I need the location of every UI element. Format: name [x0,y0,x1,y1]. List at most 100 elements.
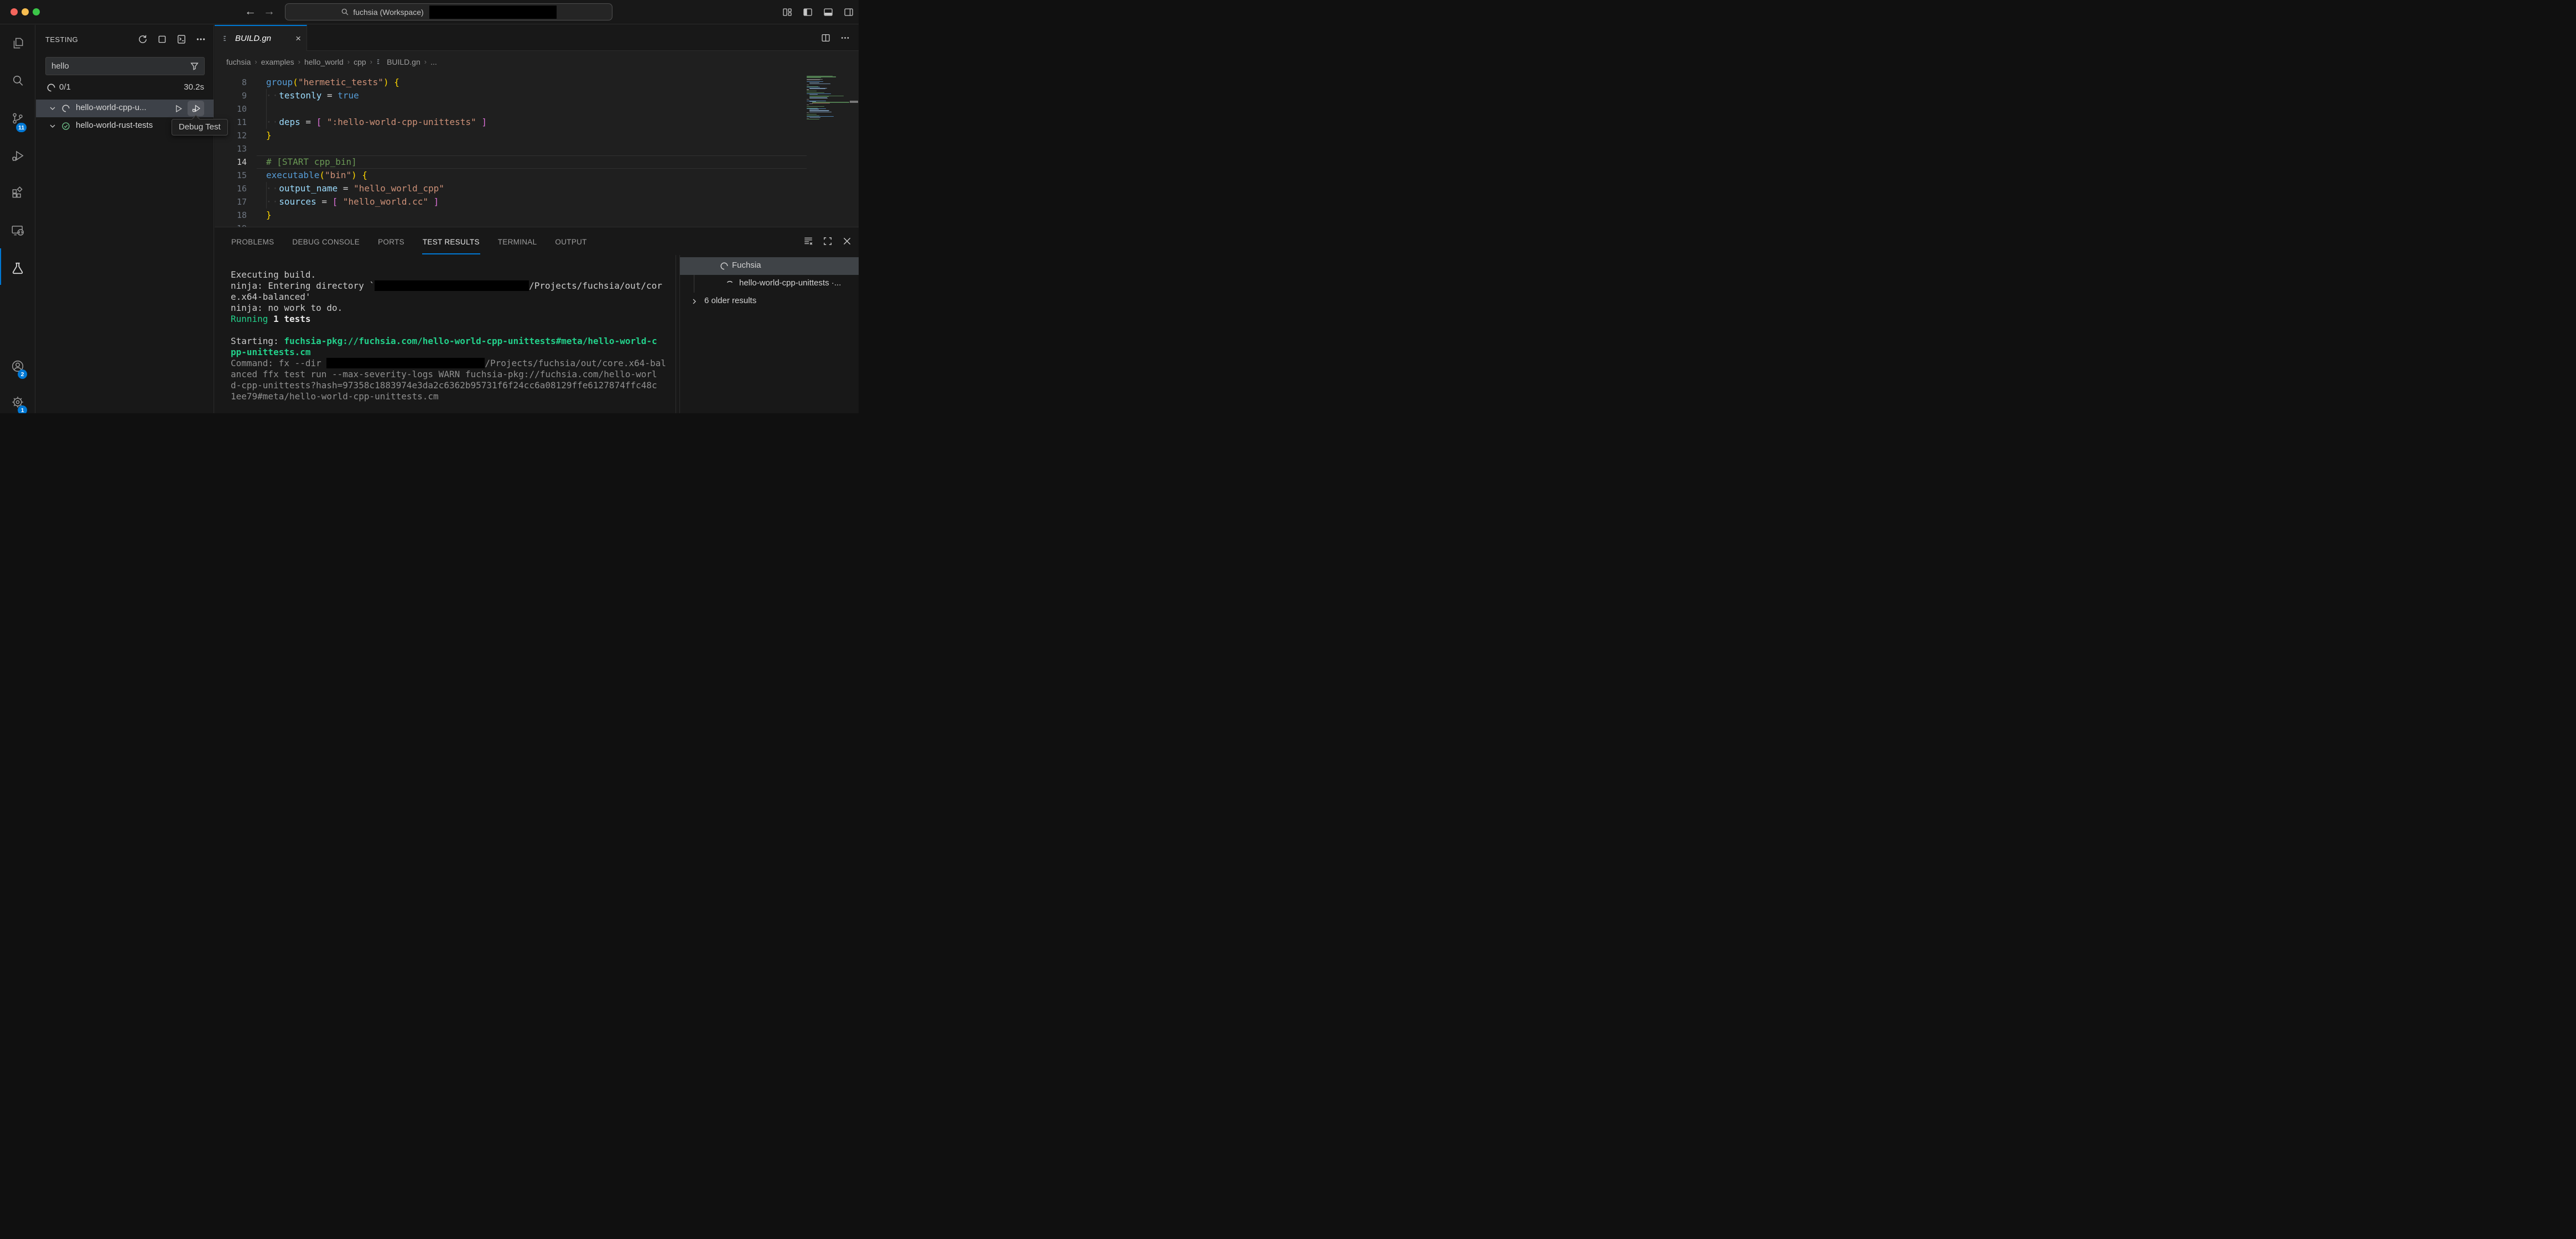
test-filter-box [45,57,205,75]
chevron-down-icon[interactable] [48,122,57,131]
result-label: Fuchsia [732,261,856,270]
output-line: 1ee79#meta/hello-world-cpp-unittests.cm [231,391,679,402]
output-line: e.x64-balanced' [231,291,679,303]
forward-arrow-icon[interactable]: → [263,5,275,18]
traffic-lights [11,8,40,15]
zoom-window-button[interactable] [33,8,40,15]
result-tree-row[interactable]: 6 older results [680,293,859,310]
result-label: 6 older results [704,296,856,305]
close-window-button[interactable] [11,8,18,15]
debug-test-icon[interactable] [188,101,204,116]
code-line: 12} [215,129,859,142]
command-center-search[interactable]: fuchsia (Workspace) [285,3,612,20]
redacted-text [326,358,485,368]
search-view-icon[interactable] [11,74,25,88]
output-line: Command: fx --dir /Projects/fuchsia/out/… [231,358,679,369]
back-arrow-icon[interactable]: ← [245,5,256,18]
result-tree-row[interactable]: Fuchsia [680,257,859,275]
run-and-debug-icon[interactable] [11,149,25,163]
extensions-icon[interactable] [11,186,25,201]
more-actions-icon[interactable] [196,34,206,44]
output-line [231,325,679,336]
breadcrumb-item[interactable]: examples [261,58,294,66]
code-line: 11··deps = [ ":hello-world-cpp-unittests… [215,116,859,129]
run-test-icon[interactable] [174,104,183,113]
toggle-secondary-sidebar-icon[interactable] [844,7,854,17]
toggle-primary-sidebar-icon[interactable] [803,7,813,17]
redacted-text [429,6,557,19]
active-view-indicator [0,248,1,285]
bottom-panel: PROBLEMS DEBUG CONSOLE PORTS TEST RESULTS TE… [215,227,859,413]
close-panel-icon[interactable] [842,236,852,246]
breadcrumb-separator: › [298,58,300,66]
panel-tab-debug-console[interactable]: DEBUG CONSOLE [292,228,360,254]
breadcrumb-item[interactable]: fuchsia [226,58,251,66]
accounts-badge: 2 [18,369,27,379]
activity-bar: 11 2 1 [0,25,35,413]
test-row-cpp-unittests[interactable]: hello-world-cpp-u... [36,100,214,117]
output-line: Starting: fuchsia-pkg://fuchsia.com/hell… [231,336,679,347]
minimize-window-button[interactable] [22,8,29,15]
settings-badge: 1 [18,405,27,413]
code-line: 17··sources = [ "hello_world.cc" ] [215,195,859,209]
filter-icon[interactable] [190,61,199,71]
redacted-text [375,280,529,291]
testing-icon[interactable] [11,261,25,275]
output-line: Executing build. [231,269,679,280]
editor-scrollbar[interactable] [849,72,859,227]
minimap[interactable] [807,76,849,119]
breadcrumb: fuchsia›examples›hello_world›cpp›BUILD.g… [215,51,859,72]
panel-tab-ports[interactable]: PORTS [377,228,405,254]
panel-tab-bar: PROBLEMS DEBUG CONSOLE PORTS TEST RESULTS TE… [215,227,859,255]
test-label: hello-world-rust-tests [76,121,153,130]
code-line: 10 [215,102,859,116]
remote-explorer-icon[interactable] [11,223,25,238]
breadcrumb-item[interactable]: cpp [354,58,366,66]
output-line: pp-unittests.cm [231,347,679,358]
search-icon [341,8,349,16]
scm-badge: 11 [16,123,27,132]
running-spinner-icon [46,83,56,92]
test-filter-input[interactable] [46,61,190,71]
result-label: hello-world-cpp-unittests ·... [739,278,856,288]
panel-tab-output[interactable]: OUTPUT [554,228,587,254]
titlebar: ← → fuchsia (Workspace) [0,0,859,24]
clear-output-icon[interactable] [803,236,813,246]
code-editor[interactable]: 8group("hermetic_tests") {9··testonly = … [215,72,859,227]
code-line: 15executable("bin") { [215,169,859,182]
result-tree-row[interactable]: hello-world-cpp-unittests ·... [680,275,859,293]
customize-layout-icon[interactable] [782,7,792,17]
spinner2-icon [725,279,734,288]
breadcrumb-item[interactable]: ... [430,58,437,66]
panel-tab-terminal[interactable]: TERMINAL [497,228,538,254]
output-line: Running 1 tests [231,314,679,325]
output-line: d-cpp-unittests?hash=97358c1883974e3da2c… [231,380,679,391]
tab-build-gn[interactable]: BUILD.gn × [215,25,307,51]
editor-more-actions-icon[interactable] [840,33,850,43]
toggle-panel-icon[interactable] [823,7,833,17]
panel-tab-problems[interactable]: PROBLEMS [231,228,274,254]
code-line: 14# [START cpp_bin] [215,155,859,169]
close-tab-icon[interactable]: × [295,34,301,43]
breadcrumb-separator: › [424,58,427,66]
refresh-tests-icon[interactable] [138,34,148,44]
output-line: anced ffx test run --max-severity-logs W… [231,369,679,380]
breadcrumb-item[interactable]: BUILD.gn [387,58,420,66]
sidebar-title: TESTING [45,35,78,44]
test-running-spinner-icon [61,104,70,113]
stop-tests-icon[interactable] [157,34,167,44]
breadcrumb-item[interactable]: hello_world [304,58,344,66]
test-results-output[interactable]: Executing build.ninja: Entering director… [215,255,679,413]
explorer-icon[interactable] [11,36,25,50]
panel-tab-test-results[interactable]: TEST RESULTS [422,228,480,254]
vscode-window: ← → fuchsia (Workspace) [0,0,859,413]
test-output-terminal-icon[interactable] [176,34,186,44]
workspace-name: fuchsia (Workspace) [353,8,423,17]
file-icon [222,34,231,43]
split-editor-icon[interactable] [821,33,830,43]
test-elapsed-time: 30.2s [184,82,204,92]
test-results-tree: Fuchsia hello-world-cpp-unittests ·... 6 o… [679,255,859,413]
chevron-down-icon[interactable] [48,104,57,113]
breadcrumb-separator: › [370,58,372,66]
maximize-panel-icon[interactable] [823,236,833,246]
